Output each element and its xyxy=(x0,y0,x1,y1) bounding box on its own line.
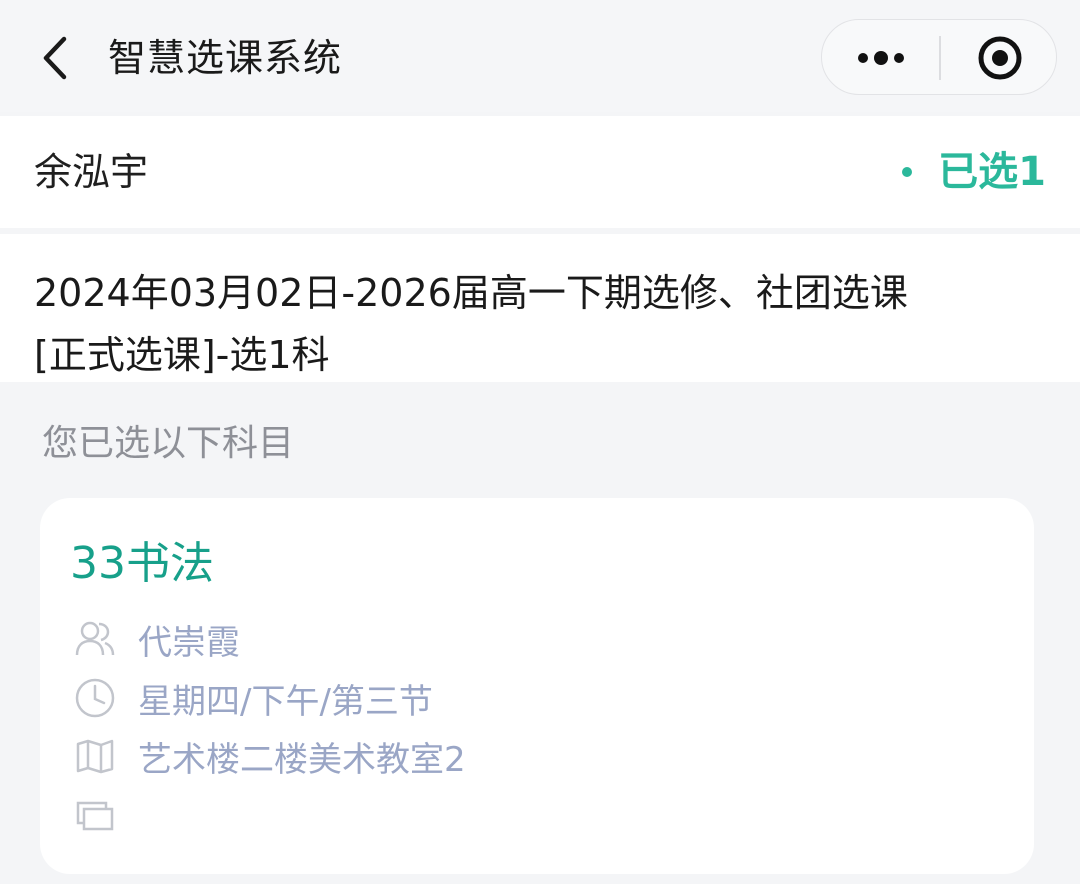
chevron-left-icon xyxy=(43,36,67,80)
close-button[interactable] xyxy=(941,20,1058,96)
course-teacher: 代崇霞 xyxy=(138,622,240,663)
clock-icon xyxy=(74,677,116,719)
more-button[interactable] xyxy=(822,20,940,96)
course-note-row xyxy=(74,794,138,838)
course-time-row: 星期四/下午/第三节 xyxy=(74,676,433,722)
student-row: 余泓宇 已选1 xyxy=(0,116,1080,228)
target-circle-icon xyxy=(978,36,1021,80)
course-name: 33书法 xyxy=(70,538,214,589)
selection-status-text: 已选1 xyxy=(938,149,1046,195)
selection-status[interactable]: 已选1 xyxy=(902,116,1046,228)
mini-program-capsule xyxy=(821,19,1057,95)
back-button[interactable] xyxy=(30,30,80,86)
folder-icon xyxy=(74,795,116,837)
navigation-bar: 智慧选课系统 xyxy=(0,0,1080,112)
course-time: 星期四/下午/第三节 xyxy=(138,681,433,722)
course-card[interactable]: 33书法 代崇霞 星期四/下午/第三节 艺术楼二楼美术教室2 xyxy=(40,498,1034,874)
student-name: 余泓宇 xyxy=(34,150,149,194)
course-teacher-row: 代崇霞 xyxy=(74,617,240,663)
selected-courses-label: 您已选以下科目 xyxy=(42,423,295,464)
course-location-row: 艺术楼二楼美术教室2 xyxy=(74,734,466,780)
session-title-line2: [正式选课]-选1科 xyxy=(34,333,330,377)
course-location: 艺术楼二楼美术教室2 xyxy=(138,739,466,780)
session-title: 2024年03月02日-2026届高一下期选修、社团选课 [正式选课]-选1科 xyxy=(34,262,1044,386)
session-info: 2024年03月02日-2026届高一下期选修、社团选课 [正式选课]-选1科 xyxy=(0,234,1080,382)
map-icon xyxy=(74,735,116,777)
more-dots-icon xyxy=(858,51,904,65)
page-title: 智慧选课系统 xyxy=(108,36,343,80)
status-dot xyxy=(902,167,913,177)
session-title-line1: 2024年03月02日-2026届高一下期选修、社团选课 xyxy=(34,271,908,315)
users-icon xyxy=(74,618,116,660)
